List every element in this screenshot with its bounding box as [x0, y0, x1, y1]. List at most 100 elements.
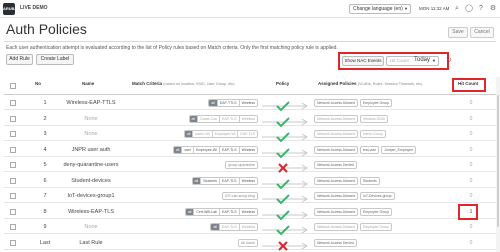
save-button[interactable]: Save — [448, 27, 468, 38]
row-checkbox[interactable] — [10, 193, 16, 199]
assigned-policy-tag: Network Access Allowed — [314, 192, 358, 200]
row-checkbox[interactable] — [10, 100, 16, 106]
table-row[interactable]: 3 None all Intern-Wi Employee-Wi EAP-TLS Netwo… — [4, 127, 496, 143]
policy-action[interactable] — [260, 176, 312, 189]
row-checkbox[interactable] — [10, 239, 16, 246]
table-row[interactable]: 1 Wireless-EAP-TTLS all EAP-TTLS Wireless Net… — [4, 96, 496, 112]
assigned-policy-tag: Network Access Allowed — [314, 99, 358, 107]
select-all-checkbox[interactable] — [10, 83, 16, 89]
criteria-pill: EAP-TLS — [219, 146, 240, 153]
row-checkbox[interactable] — [10, 162, 16, 168]
row-checkbox[interactable] — [10, 177, 16, 184]
policy-action[interactable] — [260, 129, 312, 143]
rule-name[interactable]: Student-devices — [54, 178, 128, 184]
add-rule-button[interactable]: Add Rule — [6, 54, 33, 65]
rule-name[interactable]: None — [54, 131, 128, 137]
site-title[interactable]: LIVE DEMO — [20, 5, 48, 11]
assigned-policies[interactable]: Network Access Allowed Employee Group — [314, 98, 393, 108]
criteria-pill: EAP-TLS — [219, 208, 240, 215]
column-header-assigned: Assigned Policies (VLANs, Roles, Session… — [318, 81, 422, 86]
scrollbar-thumb[interactable] — [497, 95, 499, 227]
match-criteria[interactable]: All Users — [132, 238, 258, 248]
policy-action[interactable] — [260, 222, 312, 236]
assigned-policies[interactable]: Network Access Allowed Employee Group — [314, 207, 393, 217]
criteria-pill-group[interactable]: all Students EAP-TLS Wireless — [191, 176, 258, 185]
policy-action[interactable] — [260, 98, 312, 112]
assigned-policies[interactable]: Network Access Allowed Employee Group — [314, 222, 393, 232]
criteria-pill-group[interactable]: all Intern-Wi Employee-Wi EAP-TLS — [183, 130, 258, 138]
hit-count-value: 0 — [469, 115, 473, 122]
assigned-policies[interactable]: Network Access Allowed Vendors-SSID — [314, 114, 389, 124]
policy-action[interactable] — [260, 160, 312, 173]
table-row[interactable]: 7 IoT-devices-group1 IOT-Lab-snmp-blog Netw… — [4, 189, 496, 205]
policy-action[interactable] — [260, 145, 312, 158]
row-checkbox[interactable] — [10, 131, 16, 137]
rule-name[interactable]: Last Rule — [54, 240, 128, 246]
rule-name[interactable]: Wireless-EAP-TLS — [54, 209, 128, 215]
criteria-pill-group[interactable]: group-quarantine — [225, 161, 258, 169]
criteria-pill-group[interactable]: IOT-Lab-snmp-blog — [221, 192, 258, 200]
match-criteria[interactable]: all Intern-Wi Employee-Wi EAP-TLS — [132, 129, 258, 139]
table-row[interactable]: 5 deny-quarantine-users group-quarantine Ne… — [4, 158, 496, 173]
settings-icon[interactable]: ⚙ — [488, 4, 498, 14]
match-criteria[interactable]: group-quarantine — [132, 160, 258, 170]
match-criteria[interactable]: all Students EAP-TLS Wireless — [132, 176, 258, 186]
rule-name[interactable]: None — [54, 224, 128, 230]
criteria-pill-group[interactable]: all EAP-TTLS Wireless — [208, 99, 258, 107]
table-row[interactable]: 2 None all Guest-Con EAP-TLS Wireless Network … — [4, 112, 496, 127]
language-select[interactable]: Change language (en) ▼ — [349, 4, 411, 14]
column-header-criteria-hint: (match on location, SSID, User Group, et… — [163, 82, 235, 86]
assigned-policies[interactable]: Network Access Denied — [314, 238, 357, 248]
row-checkbox[interactable] — [10, 208, 16, 215]
help-icon[interactable]: ? — [476, 4, 486, 14]
criteria-pill-group[interactable]: All Users — [237, 238, 258, 247]
row-checkbox[interactable] — [10, 224, 16, 230]
criteria-pill-group[interactable]: all Guest-Con EAP-TLS Wireless — [188, 114, 258, 123]
rule-name[interactable]: Wireless-EAP-TTLS — [54, 100, 128, 106]
criteria-pill: group-quarantine — [226, 162, 257, 168]
criteria-pill-group[interactable]: all Cert-Wifi-Lab EAP-TLS Wireless — [184, 207, 258, 216]
match-criteria[interactable]: all Cert-Wifi-Lab EAP-TLS Wireless — [132, 207, 258, 217]
row-checkbox[interactable] — [10, 115, 16, 122]
match-criteria[interactable]: IOT-Lab-snmp-blog — [132, 191, 258, 201]
policy-action[interactable] — [260, 238, 312, 251]
row-checkbox[interactable] — [10, 146, 16, 153]
criteria-pill: Students — [201, 177, 220, 184]
match-criteria[interactable]: all EAP-TTLS Wireless — [132, 98, 258, 108]
table-row[interactable]: 9 None all EAP-TLS Wireless Network Access Al… — [4, 220, 496, 236]
table-row[interactable]: 4 JNPR user auth all user Employee-Wi EAP-TLS… — [4, 143, 496, 158]
criteria-pill-group[interactable]: all EAP-TLS Wireless — [210, 223, 258, 231]
assigned-policies[interactable]: Network Access Allowed test-vlan Juniper_E… — [314, 145, 417, 155]
policy-action[interactable] — [260, 114, 312, 127]
table-row[interactable]: 6 Student-devices all Students EAP-TLS Wirele… — [4, 174, 496, 189]
table-row[interactable]: 8 Wireless-EAP-TLS all Cert-Wifi-Lab EAP-TLS… — [4, 205, 496, 220]
rule-number: 4 — [43, 146, 47, 153]
search-icon[interactable]: ⌕ — [452, 4, 462, 14]
rule-name[interactable]: JNPR user auth — [54, 147, 128, 153]
rule-name[interactable]: deny-quarantine-users — [54, 162, 128, 168]
assigned-policies[interactable]: Network Access Allowed Students — [314, 176, 380, 186]
cancel-button[interactable]: Cancel — [470, 27, 494, 38]
rule-name[interactable]: None — [54, 116, 128, 122]
assigned-policies[interactable]: Network Access Denied — [314, 160, 357, 170]
assigned-policy-tag: Intern-Group — [359, 130, 386, 138]
user-icon[interactable]: ◯ — [464, 4, 474, 14]
create-label-button[interactable]: Create Label — [36, 54, 74, 65]
table-row[interactable]: Last Last Rule All Users Network Access Den… — [4, 236, 496, 251]
assigned-policies[interactable]: Network Access Allowed Intern-Group — [314, 129, 386, 139]
hit-count-value: 0 — [469, 177, 473, 184]
assigned-policies[interactable]: Network Access Allowed IoT-Devices-group — [314, 191, 395, 201]
criteria-pill: EAP-TLS — [238, 131, 257, 137]
rule-name[interactable]: IoT-devices-group1 — [54, 193, 128, 199]
assigned-policy-tag: Network Access Allowed — [314, 145, 358, 154]
criteria-pill: Cert-Wifi-Lab — [194, 208, 220, 215]
match-criteria[interactable]: all Guest-Con EAP-TLS Wireless — [132, 114, 258, 124]
match-criteria[interactable]: all EAP-TLS Wireless — [132, 222, 258, 232]
match-criteria[interactable]: all user Employee-Wi EAP-TLS Wireless — [132, 145, 258, 155]
criteria-pill-group[interactable]: all user Employee-Wi EAP-TLS Wireless — [172, 145, 258, 154]
policy-action[interactable] — [260, 207, 312, 220]
policy-action[interactable] — [260, 191, 312, 205]
hit-count-value: 0 — [469, 239, 473, 246]
allow-arrow-icon — [262, 147, 308, 158]
allow-arrow-icon — [262, 132, 308, 143]
